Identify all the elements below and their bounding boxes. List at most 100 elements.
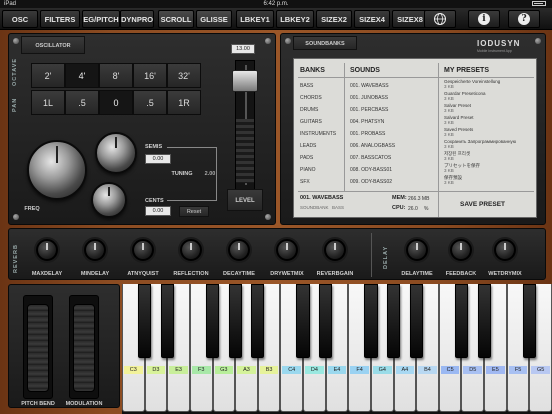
- sizex8-button[interactable]: SIZEX8: [392, 10, 428, 28]
- key-label: F4: [350, 366, 369, 374]
- key-label: C5: [440, 366, 460, 374]
- black-key[interactable]: [387, 284, 401, 358]
- atnyquist-knob[interactable]: [132, 239, 154, 261]
- tab-egpitch[interactable]: EG/PITCH: [82, 10, 120, 28]
- feedback-knob[interactable]: [450, 239, 472, 261]
- wetdrymix-knob[interactable]: [494, 239, 516, 261]
- decaytime-knob[interactable]: [228, 239, 250, 261]
- black-key[interactable]: [364, 284, 378, 358]
- key-label: G5: [531, 366, 550, 374]
- black-key[interactable]: [228, 284, 242, 358]
- preset-name[interactable]: Сохранить Запрограммированную: [444, 139, 516, 144]
- octave-8[interactable]: 8': [99, 63, 133, 88]
- reverb-label: REVERB: [13, 244, 19, 273]
- sound-item[interactable]: 001. PERCBASS: [350, 107, 388, 113]
- tab-dynpro[interactable]: DYNPRO: [120, 10, 154, 28]
- octave-4[interactable]: 4': [65, 63, 99, 88]
- bank-item[interactable]: PADS: [300, 155, 313, 161]
- column-divider: [438, 63, 439, 191]
- black-key[interactable]: [477, 284, 491, 358]
- sound-item[interactable]: 004. PHATSYN: [350, 119, 384, 125]
- delaytime-knob[interactable]: [406, 239, 428, 261]
- sizex2-button[interactable]: SIZEX2: [316, 10, 352, 28]
- pan-label: PAN: [12, 97, 18, 112]
- screw: [285, 38, 291, 44]
- pan-0[interactable]: 0: [99, 90, 133, 115]
- info-button[interactable]: i: [468, 10, 500, 28]
- pan-05r[interactable]: .5: [133, 90, 167, 115]
- sound-item[interactable]: 001. JUNOBASS: [350, 95, 388, 101]
- preset-size: 3 KB: [444, 180, 454, 185]
- black-key[interactable]: [205, 284, 220, 358]
- mem-label: MEM:: [392, 195, 407, 201]
- pan-1l[interactable]: 1L: [31, 90, 65, 115]
- modulation-wheel[interactable]: [73, 304, 95, 392]
- black-key[interactable]: [138, 284, 152, 358]
- bank-item[interactable]: LEADS: [300, 143, 316, 149]
- mindelay-knob[interactable]: [84, 239, 106, 261]
- black-key[interactable]: [160, 284, 174, 358]
- tuning-bracket: [167, 147, 217, 148]
- bank-item[interactable]: GUITARS: [300, 119, 322, 125]
- cents-knob[interactable]: [91, 182, 127, 218]
- lbkey1-button[interactable]: LBKEY1: [236, 10, 274, 28]
- column-divider: [344, 63, 345, 191]
- bank-item[interactable]: INSTRUMENTS: [300, 131, 336, 137]
- preset-size: 3 KB: [444, 144, 454, 149]
- help-button[interactable]: ?: [508, 10, 540, 28]
- semis-value[interactable]: 0.00: [145, 154, 171, 164]
- octave-16[interactable]: 16': [133, 63, 167, 88]
- globe-button[interactable]: [424, 10, 456, 28]
- key-label: D4: [305, 366, 324, 374]
- sound-item[interactable]: 008. ODY-BASS01: [350, 167, 392, 173]
- black-key[interactable]: [319, 284, 333, 358]
- maxdelay-knob[interactable]: [36, 239, 58, 261]
- tab-osc[interactable]: OSC: [2, 10, 38, 28]
- glisse-button[interactable]: GLISSE: [196, 10, 232, 28]
- bank-item[interactable]: PIANO: [300, 167, 316, 173]
- key-label: G4: [372, 366, 392, 374]
- reflection-label: REFLECTION: [173, 271, 209, 277]
- black-key[interactable]: [251, 284, 265, 358]
- freq-knob[interactable]: [27, 140, 87, 200]
- bank-item[interactable]: SFX: [300, 179, 310, 185]
- drywetmix-knob[interactable]: [276, 239, 298, 261]
- clock: 6:42 p.m.: [263, 1, 289, 7]
- black-key[interactable]: [409, 284, 423, 358]
- key-label: B3: [259, 366, 279, 374]
- black-key[interactable]: [296, 284, 310, 358]
- pan-05l[interactable]: .5: [65, 90, 99, 115]
- sound-item[interactable]: 001. WAVEBASS: [350, 83, 389, 89]
- cents-value[interactable]: 0.00: [145, 206, 171, 216]
- tab-filters[interactable]: FILTERS: [40, 10, 80, 28]
- octave-2[interactable]: 2': [31, 63, 65, 88]
- reverbgain-knob[interactable]: [324, 239, 346, 261]
- reflection-knob[interactable]: [180, 239, 202, 261]
- black-key[interactable]: [522, 284, 536, 358]
- scroll-button[interactable]: SCROLL: [158, 10, 194, 28]
- lbkey2-button[interactable]: LBKEY2: [276, 10, 314, 28]
- preset-size: 3 KB: [444, 84, 454, 89]
- semis-knob[interactable]: [95, 132, 137, 174]
- reset-button[interactable]: Reset: [179, 206, 209, 217]
- bank-item[interactable]: BASS: [300, 83, 313, 89]
- sound-item[interactable]: 007. BASSCATOS: [350, 155, 391, 161]
- bank-item[interactable]: DRUMS: [300, 107, 318, 113]
- save-preset-button[interactable]: SAVE PRESET: [460, 201, 505, 208]
- sounds-header: SOUNDS: [350, 67, 380, 74]
- sizex4-button[interactable]: SIZEX4: [354, 10, 390, 28]
- pan-1r[interactable]: 1R: [167, 90, 201, 115]
- sound-item[interactable]: 006. ANALOGBASS: [350, 143, 395, 149]
- screw: [13, 38, 19, 44]
- key-label: E5: [486, 366, 505, 374]
- sound-item[interactable]: 001. PROBASS: [350, 131, 385, 137]
- sound-item[interactable]: 009. ODY-BASS02: [350, 179, 392, 185]
- pitch-bend-wheel[interactable]: [27, 304, 49, 392]
- level-fader-handle[interactable]: [232, 70, 258, 92]
- black-key[interactable]: [454, 284, 469, 358]
- key-label: E4: [327, 366, 347, 374]
- bank-item[interactable]: CHORDS: [300, 95, 322, 101]
- banks-header: BANKS: [300, 67, 325, 74]
- octave-32[interactable]: 32': [167, 63, 201, 88]
- key-label: A3: [237, 366, 256, 374]
